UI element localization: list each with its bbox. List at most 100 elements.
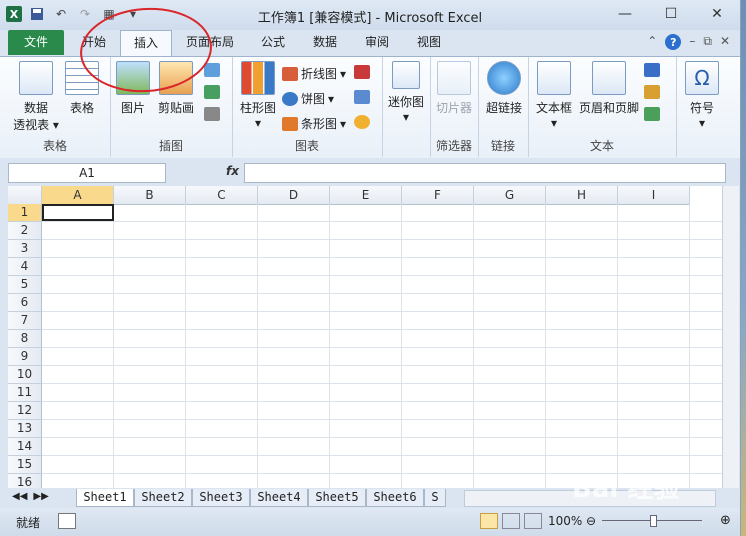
object-button[interactable] bbox=[644, 107, 660, 121]
column-header[interactable]: H bbox=[546, 186, 618, 205]
signature-button[interactable] bbox=[644, 85, 660, 99]
collapse-ribbon-icon[interactable]: ⌃ bbox=[647, 34, 657, 50]
column-chart-button[interactable]: 柱形图 ▾ bbox=[236, 61, 280, 130]
line-chart-icon bbox=[282, 66, 298, 81]
signature-icon bbox=[644, 85, 660, 99]
macro-record-icon[interactable] bbox=[58, 513, 76, 529]
close-icon[interactable]: ✕ bbox=[694, 0, 740, 28]
wordart-button[interactable] bbox=[644, 63, 660, 77]
other-charts-button[interactable] bbox=[354, 115, 370, 129]
row-header[interactable]: 16 bbox=[8, 474, 42, 488]
doc-minimize-icon[interactable]: – bbox=[689, 34, 695, 50]
doc-restore-icon[interactable]: ⧉ bbox=[703, 34, 712, 50]
row-header[interactable]: 13 bbox=[8, 420, 42, 438]
sheet-tab[interactable]: Sheet6 bbox=[366, 489, 424, 507]
sheet-tab[interactable]: Sheet3 bbox=[192, 489, 250, 507]
slicer-icon bbox=[437, 61, 471, 95]
tab-formulas[interactable]: 公式 bbox=[252, 30, 294, 55]
sheet-tab[interactable]: Sheet1 bbox=[76, 489, 134, 507]
maximize-icon[interactable]: ☐ bbox=[648, 0, 694, 28]
row-header[interactable]: 7 bbox=[8, 312, 42, 330]
worksheet-grid[interactable]: A B C D E F G H I 1 2 3 4 5 6 7 8 9 10 11 12 13 14 15 16 bbox=[8, 186, 722, 488]
bar-chart-button[interactable]: 条形图 ▾ bbox=[282, 115, 346, 132]
group-symbols: Ω 符号 ▾ bbox=[676, 57, 728, 157]
hyperlink-button[interactable]: 超链接 bbox=[482, 61, 526, 116]
row-header[interactable]: 12 bbox=[8, 402, 42, 420]
select-all-corner[interactable] bbox=[8, 186, 42, 205]
row-header[interactable]: 3 bbox=[8, 240, 42, 258]
bar-chart-icon bbox=[282, 116, 298, 131]
vertical-scrollbar[interactable] bbox=[722, 186, 739, 488]
row-header[interactable]: 11 bbox=[8, 384, 42, 402]
gridline bbox=[42, 437, 722, 438]
last-sheet-icon[interactable]: ▶▶ bbox=[33, 491, 48, 502]
normal-view-icon[interactable] bbox=[480, 513, 498, 529]
row-header[interactable]: 14 bbox=[8, 438, 42, 456]
sheet-tab[interactable]: S bbox=[424, 489, 446, 507]
smartart-button[interactable] bbox=[204, 85, 220, 99]
dropdown-arrow-icon: ▾ bbox=[254, 116, 262, 130]
function-icon[interactable]: fx bbox=[226, 164, 239, 178]
tab-file[interactable]: 文件 bbox=[8, 30, 64, 55]
column-header[interactable]: G bbox=[474, 186, 546, 205]
active-cell[interactable] bbox=[42, 204, 114, 221]
area-chart-button[interactable] bbox=[354, 65, 370, 79]
tab-review[interactable]: 审阅 bbox=[356, 30, 398, 55]
tab-data[interactable]: 数据 bbox=[304, 30, 346, 55]
zoom-thumb[interactable] bbox=[650, 515, 657, 527]
row-header[interactable]: 2 bbox=[8, 222, 42, 240]
shapes-icon bbox=[204, 63, 220, 77]
row-header[interactable]: 10 bbox=[8, 366, 42, 384]
column-header[interactable]: F bbox=[402, 186, 474, 205]
minimize-icon[interactable]: — bbox=[602, 0, 648, 28]
column-header[interactable]: C bbox=[186, 186, 258, 205]
scatter-chart-button[interactable] bbox=[354, 90, 370, 104]
first-sheet-icon[interactable]: ◀◀ bbox=[12, 491, 27, 502]
doc-close-icon[interactable]: ✕ bbox=[720, 34, 730, 50]
name-box[interactable]: A1 bbox=[8, 163, 166, 183]
slicer-button[interactable]: 切片器 bbox=[434, 61, 474, 116]
row-header[interactable]: 9 bbox=[8, 348, 42, 366]
sheet-tab[interactable]: Sheet2 bbox=[134, 489, 192, 507]
header-footer-button[interactable]: 页眉和页脚 bbox=[578, 61, 640, 116]
line-chart-button[interactable]: 折线图 ▾ bbox=[282, 65, 346, 82]
gridline bbox=[42, 401, 722, 402]
zoom-level[interactable]: 100% bbox=[548, 514, 582, 528]
help-icon[interactable]: ? bbox=[665, 34, 682, 50]
row-header[interactable]: 1 bbox=[8, 204, 42, 222]
page-break-view-icon[interactable] bbox=[524, 513, 542, 529]
column-header[interactable]: D bbox=[258, 186, 330, 205]
screenshot-button[interactable] bbox=[204, 107, 220, 121]
hyperlink-icon bbox=[487, 61, 521, 95]
column-header[interactable]: B bbox=[114, 186, 186, 205]
pie-chart-button[interactable]: 饼图 ▾ bbox=[282, 90, 334, 107]
zoom-in-icon[interactable]: ⊕ bbox=[720, 513, 731, 528]
page-layout-view-icon[interactable] bbox=[502, 513, 520, 529]
tab-view[interactable]: 视图 bbox=[408, 30, 450, 55]
group-label-links: 链接 bbox=[490, 139, 515, 153]
textbox-button[interactable]: 文本框 ▾ bbox=[532, 61, 576, 130]
column-header[interactable]: I bbox=[618, 186, 690, 205]
sheet-nav-buttons[interactable]: ◀◀ ▶▶ bbox=[12, 491, 49, 502]
zoom-slider[interactable]: ⊖ bbox=[586, 514, 716, 528]
row-header[interactable]: 6 bbox=[8, 294, 42, 312]
pivot-table-button[interactable]: 数据 透视表 ▾ bbox=[10, 61, 62, 133]
group-label-charts: 图表 bbox=[294, 139, 319, 153]
column-header[interactable]: E bbox=[330, 186, 402, 205]
row-header[interactable]: 8 bbox=[8, 330, 42, 348]
sheet-tab[interactable]: Sheet5 bbox=[308, 489, 366, 507]
column-header[interactable]: A bbox=[42, 186, 114, 205]
dropdown-arrow-icon: ▾ bbox=[402, 110, 410, 124]
row-header[interactable]: 4 bbox=[8, 258, 42, 276]
gridline bbox=[42, 275, 722, 276]
row-header[interactable]: 15 bbox=[8, 456, 42, 474]
formula-input[interactable] bbox=[244, 163, 726, 183]
sparkline-button[interactable]: 迷你图 ▾ bbox=[386, 61, 426, 124]
shapes-button[interactable] bbox=[204, 63, 220, 77]
object-icon bbox=[644, 107, 660, 121]
zoom-out-icon[interactable]: ⊖ bbox=[586, 514, 596, 528]
row-header[interactable]: 5 bbox=[8, 276, 42, 294]
symbol-button[interactable]: Ω 符号 ▾ bbox=[680, 61, 724, 130]
sheet-tab[interactable]: Sheet4 bbox=[250, 489, 308, 507]
gridline bbox=[42, 311, 722, 312]
